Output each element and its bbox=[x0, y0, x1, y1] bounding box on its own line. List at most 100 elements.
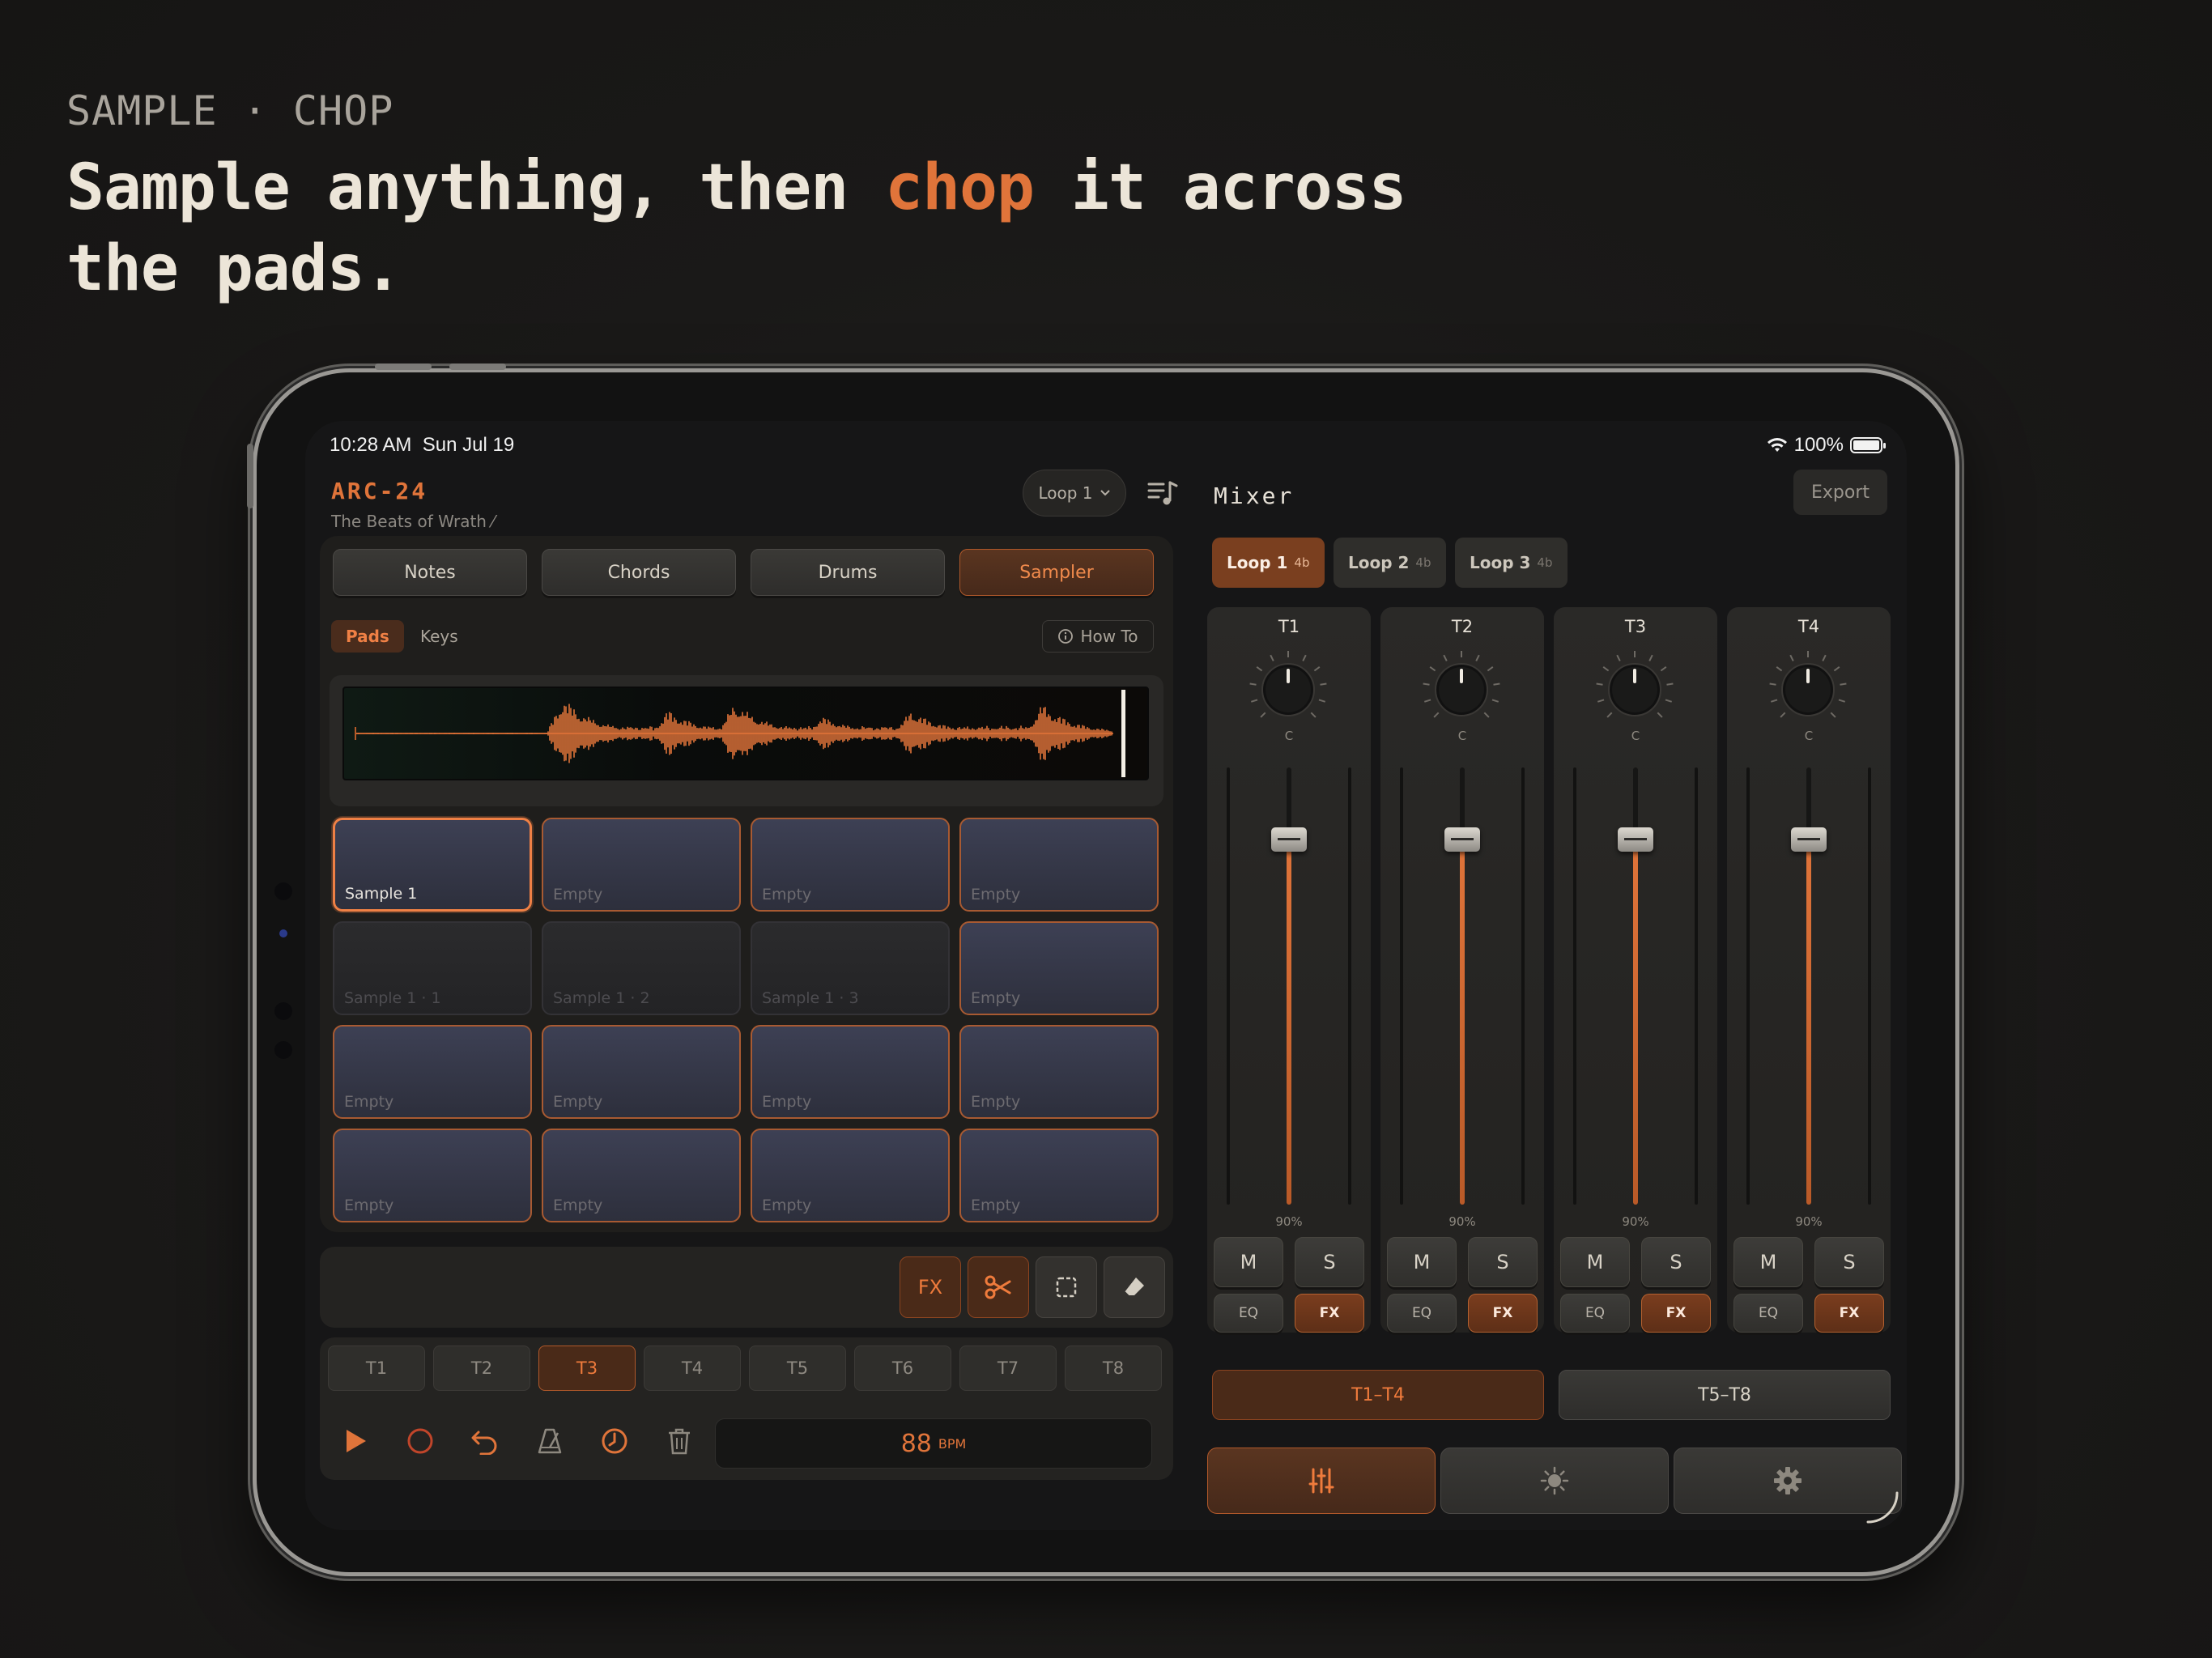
loop-tab-2[interactable]: Loop 2 4b bbox=[1334, 538, 1446, 588]
channel-name: T1 bbox=[1278, 617, 1300, 636]
level-meter-right bbox=[1521, 767, 1525, 1205]
solo-button[interactable]: S bbox=[1295, 1237, 1364, 1287]
sampler-pad[interactable]: Sample 1 · 2 bbox=[542, 921, 741, 1015]
track-button-t4[interactable]: T4 bbox=[644, 1346, 741, 1391]
sampler-pad[interactable]: Sample 1 bbox=[333, 818, 532, 912]
export-button[interactable]: Export bbox=[1793, 470, 1887, 515]
record-button[interactable] bbox=[396, 1415, 445, 1467]
eq-button[interactable]: EQ bbox=[1214, 1294, 1283, 1333]
play-button[interactable] bbox=[331, 1415, 380, 1467]
pad-grid: Sample 1 Empty Empty Empty Sample 1 · 1 Sampl… bbox=[333, 818, 1162, 1222]
nav-effects-button[interactable] bbox=[1440, 1448, 1669, 1514]
loop-tab-3[interactable]: Loop 3 4b bbox=[1455, 538, 1568, 588]
effects-dial-icon bbox=[1540, 1466, 1569, 1495]
solo-button[interactable]: S bbox=[1641, 1237, 1711, 1287]
volume-fader-handle[interactable] bbox=[1791, 827, 1827, 852]
fx-button[interactable]: FX bbox=[1641, 1294, 1711, 1333]
pan-knob[interactable] bbox=[1766, 648, 1850, 732]
mute-button[interactable]: M bbox=[1733, 1237, 1803, 1287]
loop-tab-length: 4b bbox=[1415, 555, 1431, 570]
mute-button[interactable]: M bbox=[1214, 1237, 1283, 1287]
sampler-pad[interactable]: Sample 1 · 1 bbox=[333, 921, 532, 1015]
metronome-icon bbox=[538, 1428, 562, 1454]
delete-button[interactable] bbox=[655, 1415, 704, 1467]
track-button-t5[interactable]: T5 bbox=[749, 1346, 846, 1391]
volume-fader-handle[interactable] bbox=[1271, 827, 1307, 852]
nav-mixer-button[interactable] bbox=[1207, 1448, 1436, 1514]
tablet-device: 10:28 AM Sun Jul 19 100% ARC-24 The Beat… bbox=[247, 363, 1959, 1576]
tab-chords[interactable]: Chords bbox=[542, 549, 736, 596]
eq-button[interactable]: EQ bbox=[1733, 1294, 1803, 1333]
track-button-t2[interactable]: T2 bbox=[433, 1346, 530, 1391]
loop-selector[interactable]: Loop 1 bbox=[1023, 470, 1126, 517]
project-subtitle[interactable]: The Beats of Wrath ⁄ bbox=[331, 512, 495, 531]
loop-tab-label: Loop 3 bbox=[1470, 553, 1531, 572]
undo-icon bbox=[471, 1431, 497, 1455]
fx-button[interactable]: FX bbox=[900, 1256, 961, 1318]
sampler-pad[interactable]: Empty bbox=[959, 1129, 1159, 1222]
playlist-icon[interactable] bbox=[1146, 476, 1180, 510]
sampler-pad[interactable]: Empty bbox=[542, 1129, 741, 1222]
mute-button[interactable]: M bbox=[1560, 1237, 1630, 1287]
track-button-t8[interactable]: T8 bbox=[1065, 1346, 1162, 1391]
volume-fader-handle[interactable] bbox=[1444, 827, 1480, 852]
bank-button-t1-t4[interactable]: T1–T4 bbox=[1212, 1370, 1544, 1420]
how-to-button[interactable]: How To bbox=[1042, 620, 1154, 653]
playhead-marker[interactable] bbox=[1121, 690, 1125, 777]
loop-tab-1[interactable]: Loop 1 4b bbox=[1212, 538, 1325, 588]
timer-button[interactable] bbox=[590, 1415, 639, 1467]
tab-drums[interactable]: Drums bbox=[751, 549, 945, 596]
fader-level-fill bbox=[1633, 839, 1638, 1205]
waveform-display[interactable] bbox=[342, 687, 1149, 780]
sampler-pad[interactable]: Empty bbox=[959, 818, 1159, 912]
level-meter-left bbox=[1573, 767, 1576, 1205]
fx-button[interactable]: FX bbox=[1468, 1294, 1538, 1333]
undo-button[interactable] bbox=[461, 1415, 509, 1467]
subtab-keys[interactable]: Keys bbox=[406, 620, 473, 653]
volume-value: 90% bbox=[1795, 1214, 1823, 1229]
sampler-pad[interactable]: Empty bbox=[542, 1025, 741, 1119]
erase-button[interactable] bbox=[1104, 1256, 1165, 1318]
track-button-t1[interactable]: T1 bbox=[328, 1346, 425, 1391]
mute-button[interactable]: M bbox=[1387, 1237, 1457, 1287]
sampler-pad[interactable]: Empty bbox=[751, 1025, 950, 1119]
pan-knob[interactable] bbox=[1593, 648, 1677, 732]
sampler-pad[interactable]: Empty bbox=[751, 1129, 950, 1222]
sampler-pad[interactable]: Empty bbox=[333, 1129, 532, 1222]
pan-knob[interactable] bbox=[1246, 648, 1330, 732]
pad-label: Sample 1 · 1 bbox=[344, 989, 441, 1007]
loop-tab-length: 4b bbox=[1537, 555, 1553, 570]
app-screen: 10:28 AM Sun Jul 19 100% ARC-24 The Beat… bbox=[305, 421, 1907, 1530]
metronome-button[interactable] bbox=[525, 1415, 574, 1467]
tempo-display[interactable]: 88 BPM bbox=[715, 1418, 1152, 1469]
sampler-pad[interactable]: Empty bbox=[959, 921, 1159, 1015]
sampler-pad[interactable]: Empty bbox=[959, 1025, 1159, 1119]
track-button-t6[interactable]: T6 bbox=[854, 1346, 951, 1391]
fx-button[interactable]: FX bbox=[1295, 1294, 1364, 1333]
loop-tab-label: Loop 2 bbox=[1348, 553, 1410, 572]
select-button[interactable] bbox=[1036, 1256, 1097, 1318]
tab-sampler[interactable]: Sampler bbox=[959, 549, 1154, 596]
solo-button[interactable]: S bbox=[1814, 1237, 1884, 1287]
subtab-pads[interactable]: Pads bbox=[331, 620, 404, 653]
bank-button-t5-t8[interactable]: T5–T8 bbox=[1559, 1370, 1891, 1420]
sampler-pad[interactable]: Empty bbox=[751, 818, 950, 912]
pad-label: Sample 1 · 3 bbox=[762, 989, 859, 1007]
fx-button[interactable]: FX bbox=[1814, 1294, 1884, 1333]
chop-button[interactable] bbox=[968, 1256, 1029, 1318]
pan-knob[interactable] bbox=[1419, 648, 1504, 732]
sampler-pad[interactable]: Empty bbox=[333, 1025, 532, 1119]
tab-notes[interactable]: Notes bbox=[333, 549, 527, 596]
solo-button[interactable]: S bbox=[1468, 1237, 1538, 1287]
project-name[interactable]: ARC-24 bbox=[331, 478, 428, 504]
info-icon bbox=[1058, 629, 1074, 644]
pad-label: Sample 1 bbox=[345, 885, 418, 903]
eq-button[interactable]: EQ bbox=[1387, 1294, 1457, 1333]
volume-fader-handle[interactable] bbox=[1618, 827, 1653, 852]
resize-handle-icon[interactable] bbox=[1865, 1490, 1900, 1525]
track-button-t7[interactable]: T7 bbox=[959, 1346, 1057, 1391]
sampler-pad[interactable]: Empty bbox=[542, 818, 741, 912]
track-button-t3[interactable]: T3 bbox=[538, 1346, 636, 1391]
sampler-pad[interactable]: Sample 1 · 3 bbox=[751, 921, 950, 1015]
eq-button[interactable]: EQ bbox=[1560, 1294, 1630, 1333]
